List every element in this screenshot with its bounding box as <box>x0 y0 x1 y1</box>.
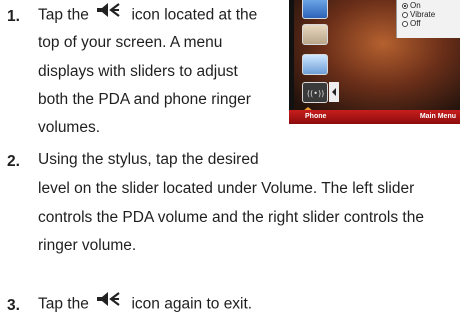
phone-screenshot: ((•)) On Vibrate Off Phone Main Menu <box>289 0 460 124</box>
step-line: Tap the icon located at the <box>38 1 257 30</box>
step-line: controls the PDA volume and the right sl… <box>38 209 424 226</box>
ringer-option-vibrate[interactable]: Vibrate <box>402 10 460 19</box>
step-line: volumes. <box>38 119 101 136</box>
network-icon[interactable] <box>302 54 328 75</box>
step-text: Tap the <box>38 295 89 313</box>
wireless-icon[interactable]: ((•)) <box>302 82 328 103</box>
option-label: On <box>410 1 421 10</box>
ringer-option-off[interactable]: Off <box>402 19 460 28</box>
volume-icon[interactable] <box>302 0 328 19</box>
softkey-main-menu[interactable]: Main Menu <box>420 113 456 120</box>
notes-icon[interactable] <box>302 24 328 45</box>
radio-icon <box>402 20 408 27</box>
step-line: Tap the icon again to exit. <box>38 290 252 319</box>
option-label: Vibrate <box>410 10 436 19</box>
home-icon[interactable] <box>303 102 313 115</box>
step-number: 3. <box>7 297 20 314</box>
radio-selected-icon <box>402 2 408 9</box>
step-line: level on the slider located under Volume… <box>38 180 415 197</box>
speaker-volume-icon <box>96 1 124 30</box>
softkey-bar: Phone Main Menu <box>289 110 460 124</box>
step-text: icon located at the <box>131 6 258 24</box>
expand-arrow-icon[interactable] <box>329 82 339 102</box>
step-number: 1. <box>7 8 20 25</box>
softkey-phone[interactable]: Phone <box>305 113 326 120</box>
speaker-volume-icon <box>96 290 124 319</box>
step-line: Using the stylus, tap the desired <box>38 151 259 168</box>
step-line: top of your screen. A menu <box>38 34 223 51</box>
step-line: ringer volume. <box>38 237 137 254</box>
option-label: Off <box>410 19 421 28</box>
radio-icon <box>402 11 408 18</box>
step-line: displays with sliders to adjust <box>38 63 238 80</box>
step-line: both the PDA and phone ringer <box>38 91 251 108</box>
ringer-menu: On Vibrate Off <box>396 0 460 38</box>
step-text: Tap the <box>38 6 89 24</box>
step-text: icon again to exit. <box>131 295 253 313</box>
svg-text:((•)): ((•)) <box>307 89 324 98</box>
ringer-option-on[interactable]: On <box>402 1 460 10</box>
step-number: 2. <box>7 153 20 170</box>
